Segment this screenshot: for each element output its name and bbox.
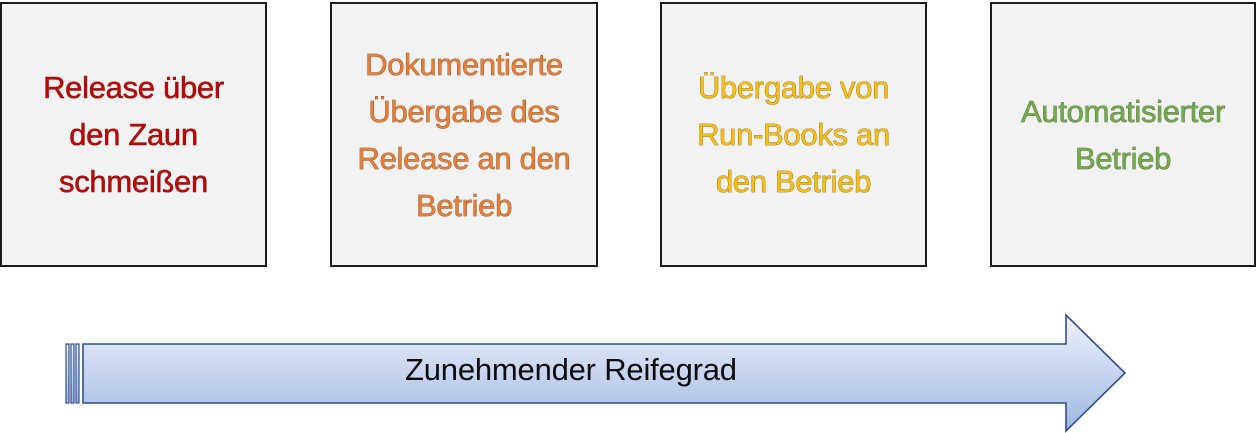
maturity-diagram: Release über den Zaun schmeißen Dokumentie… [0, 0, 1256, 433]
arrow-label: Zunehmender Reifegrad [405, 352, 737, 387]
arrow-tail-stripe-3 [75, 343, 80, 404]
arrow-tail-stripe-2 [70, 343, 75, 404]
arrow-tail-stripe-1 [65, 343, 70, 404]
